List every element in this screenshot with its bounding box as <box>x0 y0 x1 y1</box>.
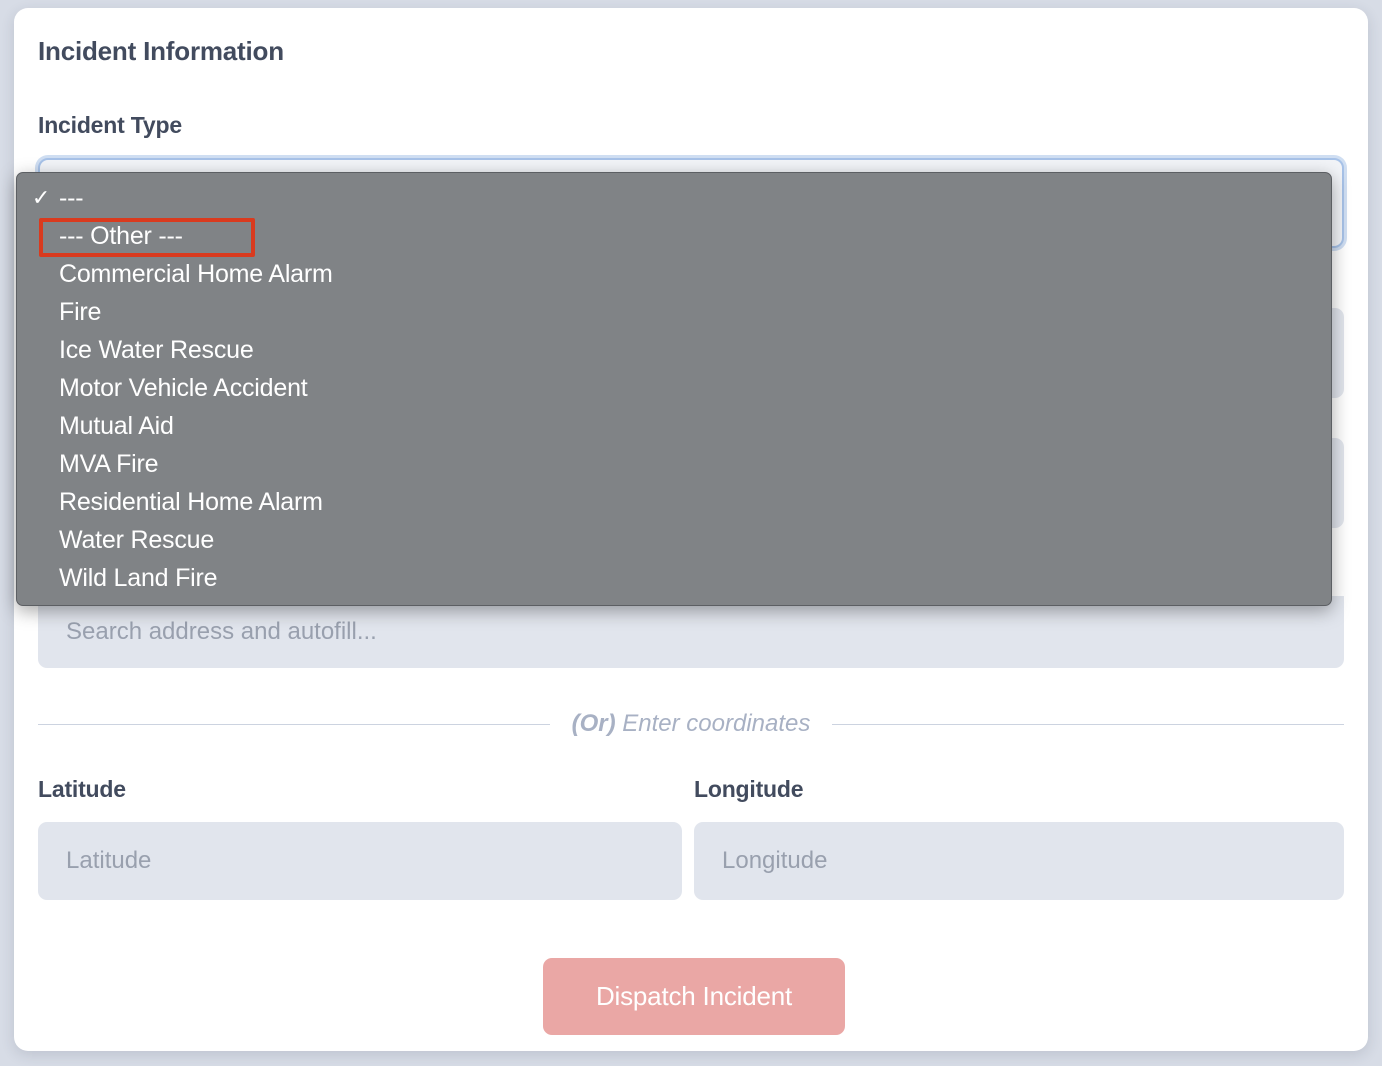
dropdown-option-label: Mutual Aid <box>59 412 174 440</box>
dropdown-option[interactable]: Mutual Aid <box>17 407 1331 445</box>
dropdown-option-label: MVA Fire <box>59 450 159 478</box>
divider-label: (Or) Enter coordinates <box>572 710 811 738</box>
dropdown-option-label: Water Rescue <box>59 526 215 554</box>
dropdown-option-label: Fire <box>59 298 102 326</box>
dropdown-option[interactable]: MVA Fire <box>17 445 1331 483</box>
longitude-input[interactable]: Longitude <box>694 822 1344 900</box>
dropdown-options-container: ✓ --- --- Other --- Commercial Home Alarm Fi… <box>17 179 1331 597</box>
dropdown-option[interactable]: Commercial Home Alarm <box>17 255 1331 293</box>
check-icon: ✓ <box>31 185 51 210</box>
divider-enter-coordinates-text: Enter coordinates <box>615 710 811 737</box>
dropdown-option[interactable]: --- Other --- <box>17 217 1331 255</box>
dropdown-option[interactable]: Residential Home Alarm <box>17 483 1331 521</box>
divider-rule-right <box>832 723 1344 725</box>
incident-type-dropdown-list[interactable]: ✓ --- --- Other --- Commercial Home Alarm Fi… <box>16 172 1332 606</box>
latitude-label: Latitude <box>38 776 126 802</box>
address-search-input[interactable]: Search address and autofill... <box>38 596 1344 668</box>
dropdown-option[interactable]: Fire <box>17 293 1331 331</box>
dropdown-option-label: Commercial Home Alarm <box>59 260 333 288</box>
dropdown-option[interactable]: Motor Vehicle Accident <box>17 369 1331 407</box>
dropdown-option[interactable]: Wild Land Fire <box>17 559 1331 597</box>
latitude-input[interactable]: Latitude <box>38 822 682 900</box>
coordinates-divider: (Or) Enter coordinates <box>38 705 1344 743</box>
divider-or-text: (Or) <box>571 710 616 737</box>
dispatch-incident-button[interactable]: Dispatch Incident <box>543 958 845 1035</box>
incident-type-label: Incident Type <box>38 112 182 138</box>
dropdown-option-label: --- <box>59 184 84 212</box>
dropdown-option-label: Ice Water Rescue <box>59 336 254 364</box>
dropdown-option[interactable]: Ice Water Rescue <box>17 331 1331 369</box>
divider-rule-left <box>38 723 550 725</box>
longitude-label: Longitude <box>694 776 804 802</box>
dropdown-option-label: --- Other --- <box>59 222 183 250</box>
dropdown-option-label: Residential Home Alarm <box>59 488 323 516</box>
dropdown-option[interactable]: ✓ --- <box>17 179 1331 217</box>
page-title: Incident Information <box>38 36 284 66</box>
dropdown-option[interactable]: Water Rescue <box>17 521 1331 559</box>
dropdown-option-label: Wild Land Fire <box>59 564 218 592</box>
dropdown-option-label: Motor Vehicle Accident <box>59 374 308 402</box>
